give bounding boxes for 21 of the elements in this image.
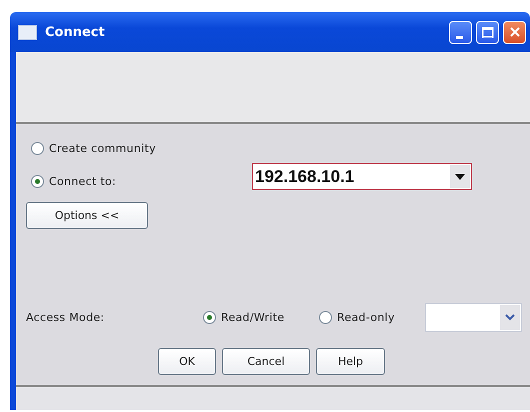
access-mode-label: Access Mode: <box>26 311 106 324</box>
window-icon <box>18 24 37 40</box>
radio-button[interactable] <box>31 142 44 154</box>
close-icon <box>508 26 520 38</box>
ok-button[interactable]: OK <box>158 348 216 375</box>
radio-label: Connect to: <box>49 174 116 188</box>
radio-label: Create community <box>49 142 156 154</box>
radio-label: Read/Write <box>221 311 284 324</box>
window-title: Connect <box>45 24 106 40</box>
help-button[interactable]: Help <box>316 348 385 375</box>
cancel-button[interactable]: Cancel <box>222 348 310 375</box>
address-combo[interactable]: 192.168.10.1 <box>252 163 472 190</box>
radio-button[interactable] <box>203 311 216 324</box>
radio-button[interactable] <box>319 311 332 324</box>
close-button[interactable] <box>503 20 526 44</box>
options-button[interactable]: Options << <box>26 202 148 229</box>
radio-label: Read-only <box>337 311 395 324</box>
minimize-button[interactable] <box>449 20 472 44</box>
radio-button[interactable] <box>31 174 44 188</box>
combo-value: 192.168.10.1 <box>254 166 356 186</box>
maximize-button[interactable] <box>476 20 499 44</box>
